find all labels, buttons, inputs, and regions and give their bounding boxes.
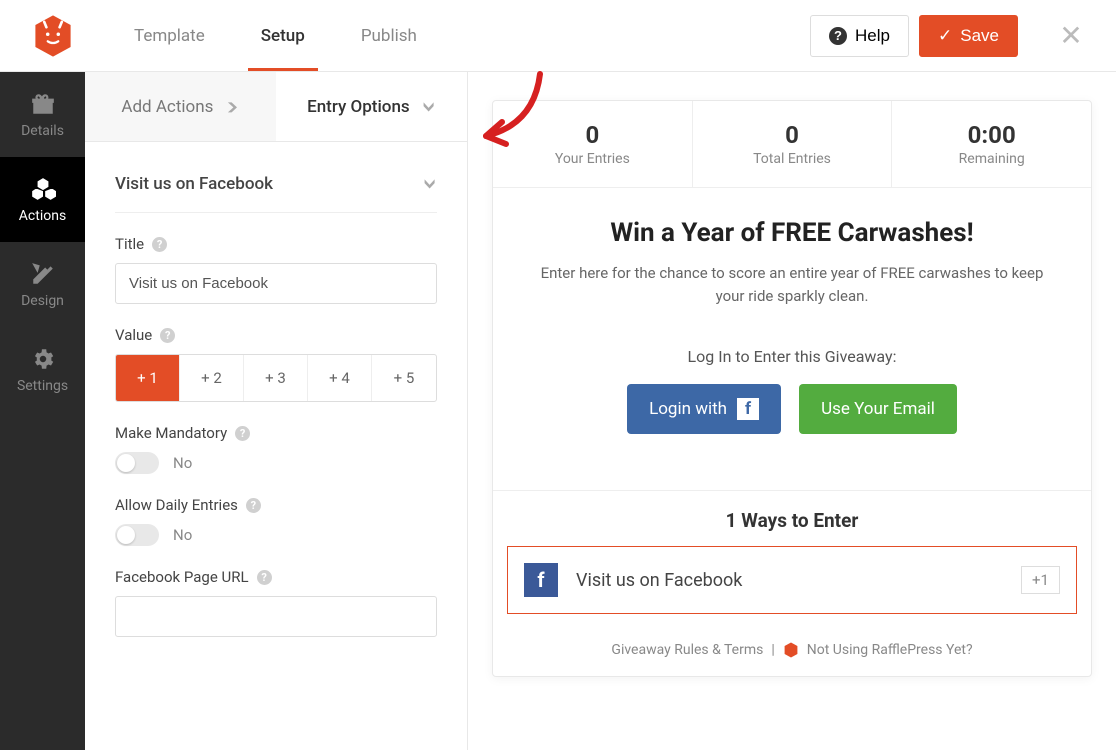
cubes-icon	[30, 176, 56, 202]
rafflepress-icon	[783, 642, 799, 658]
value-option-3[interactable]: + 3	[244, 355, 308, 401]
help-label: Help	[855, 26, 890, 46]
login-email-button[interactable]: Use Your Email	[799, 384, 957, 434]
check-icon: ✓	[938, 26, 952, 46]
daily-toggle[interactable]	[115, 524, 159, 546]
daily-label: Allow Daily Entries?	[115, 496, 437, 514]
design-icon	[30, 261, 56, 287]
editor-panel: Add Actions ❯ Entry Options ❯ Visit us o…	[85, 72, 468, 750]
value-selector: + 1 + 2 + 3 + 4 + 5	[115, 354, 437, 402]
header-actions: ? Help ✓ Save ✕	[810, 11, 1096, 61]
daily-state: No	[173, 526, 192, 544]
app-logo	[0, 14, 106, 58]
save-label: Save	[960, 26, 999, 46]
section-header[interactable]: Visit us on Facebook ❯	[115, 162, 437, 213]
mandatory-state: No	[173, 454, 192, 472]
facebook-icon: f	[524, 563, 558, 597]
help-icon[interactable]: ?	[246, 498, 261, 513]
sidebar-item-label: Design	[21, 293, 64, 309]
entry-method-points: +1	[1021, 566, 1060, 594]
help-icon[interactable]: ?	[152, 237, 167, 252]
chevron-down-icon: ❯	[423, 99, 435, 113]
title-input[interactable]	[115, 263, 437, 304]
button-label: Login with	[649, 399, 727, 419]
stat-value: 0	[693, 121, 892, 149]
help-icon[interactable]: ?	[257, 570, 272, 585]
chevron-down-icon: ❯	[424, 177, 436, 191]
help-icon[interactable]: ?	[160, 328, 175, 343]
fburl-input[interactable]	[115, 596, 437, 637]
chevron-right-icon: ❯	[225, 101, 239, 113]
value-label: Value?	[115, 326, 437, 344]
login-prompt: Log In to Enter this Giveaway:	[529, 347, 1055, 366]
rafflepress-link[interactable]: Not Using RafflePress Yet?	[807, 642, 973, 658]
tab-label: Add Actions	[121, 97, 213, 117]
stat-remaining: 0:00 Remaining	[892, 101, 1091, 187]
tab-template[interactable]: Template	[106, 0, 233, 71]
giveaway-title: Win a Year of FREE Carwashes!	[529, 218, 1055, 248]
button-label: Use Your Email	[821, 399, 935, 419]
stat-your-entries: 0 Your Entries	[493, 101, 693, 187]
giveaway-preview: 0 Your Entries 0 Total Entries 0:00 Rema…	[492, 100, 1092, 677]
tab-publish[interactable]: Publish	[333, 0, 445, 71]
stat-value: 0	[493, 121, 692, 149]
sidebar-item-actions[interactable]: Actions	[0, 157, 85, 242]
gift-icon	[30, 91, 56, 117]
value-option-4[interactable]: + 4	[308, 355, 372, 401]
save-button[interactable]: ✓ Save	[919, 15, 1018, 57]
giveaway-description: Enter here for the chance to score an en…	[529, 262, 1055, 307]
help-icon: ?	[829, 27, 847, 45]
tab-add-actions[interactable]: Add Actions ❯	[85, 72, 276, 141]
help-button[interactable]: ? Help	[810, 15, 909, 57]
stat-total-entries: 0 Total Entries	[693, 101, 893, 187]
tab-label: Entry Options	[307, 97, 410, 117]
section-title: Visit us on Facebook	[115, 174, 273, 194]
tab-setup[interactable]: Setup	[233, 0, 333, 71]
mandatory-label: Make Mandatory?	[115, 424, 437, 442]
preview-footer: Giveaway Rules & Terms | Not Using Raffl…	[493, 628, 1091, 676]
close-button[interactable]: ✕	[1046, 11, 1096, 61]
stat-label: Remaining	[892, 151, 1091, 167]
login-facebook-button[interactable]: Login with f	[627, 384, 781, 434]
stat-value: 0:00	[892, 121, 1091, 149]
main-tabs: Template Setup Publish	[106, 0, 445, 71]
mandatory-toggle[interactable]	[115, 452, 159, 474]
gear-icon	[30, 346, 56, 372]
sidebar: Details Actions Design Settings	[0, 72, 85, 750]
sidebar-item-label: Settings	[17, 378, 68, 394]
sidebar-item-label: Actions	[19, 208, 66, 224]
value-option-1[interactable]: + 1	[116, 355, 180, 401]
fburl-label: Facebook Page URL?	[115, 568, 437, 586]
entry-method-label: Visit us on Facebook	[576, 570, 1003, 591]
stat-label: Total Entries	[693, 151, 892, 167]
preview-area: 0 Your Entries 0 Total Entries 0:00 Rema…	[468, 72, 1116, 750]
ways-to-enter-title: 1 Ways to Enter	[493, 491, 1091, 546]
sidebar-item-design[interactable]: Design	[0, 242, 85, 327]
editor-tabs: Add Actions ❯ Entry Options ❯	[85, 72, 467, 142]
value-option-2[interactable]: + 2	[180, 355, 244, 401]
rules-link[interactable]: Giveaway Rules & Terms	[611, 642, 763, 658]
sidebar-item-settings[interactable]: Settings	[0, 327, 85, 412]
stat-label: Your Entries	[493, 151, 692, 167]
help-icon[interactable]: ?	[235, 426, 250, 441]
top-header: Template Setup Publish ? Help ✓ Save ✕	[0, 0, 1116, 72]
entry-method-row[interactable]: f Visit us on Facebook +1	[507, 546, 1077, 614]
tab-entry-options[interactable]: Entry Options ❯	[276, 72, 467, 141]
value-option-5[interactable]: + 5	[372, 355, 436, 401]
sidebar-item-label: Details	[21, 123, 64, 139]
close-icon: ✕	[1059, 19, 1082, 52]
sidebar-item-details[interactable]: Details	[0, 72, 85, 157]
title-label: Title?	[115, 235, 437, 253]
facebook-icon: f	[737, 398, 759, 420]
